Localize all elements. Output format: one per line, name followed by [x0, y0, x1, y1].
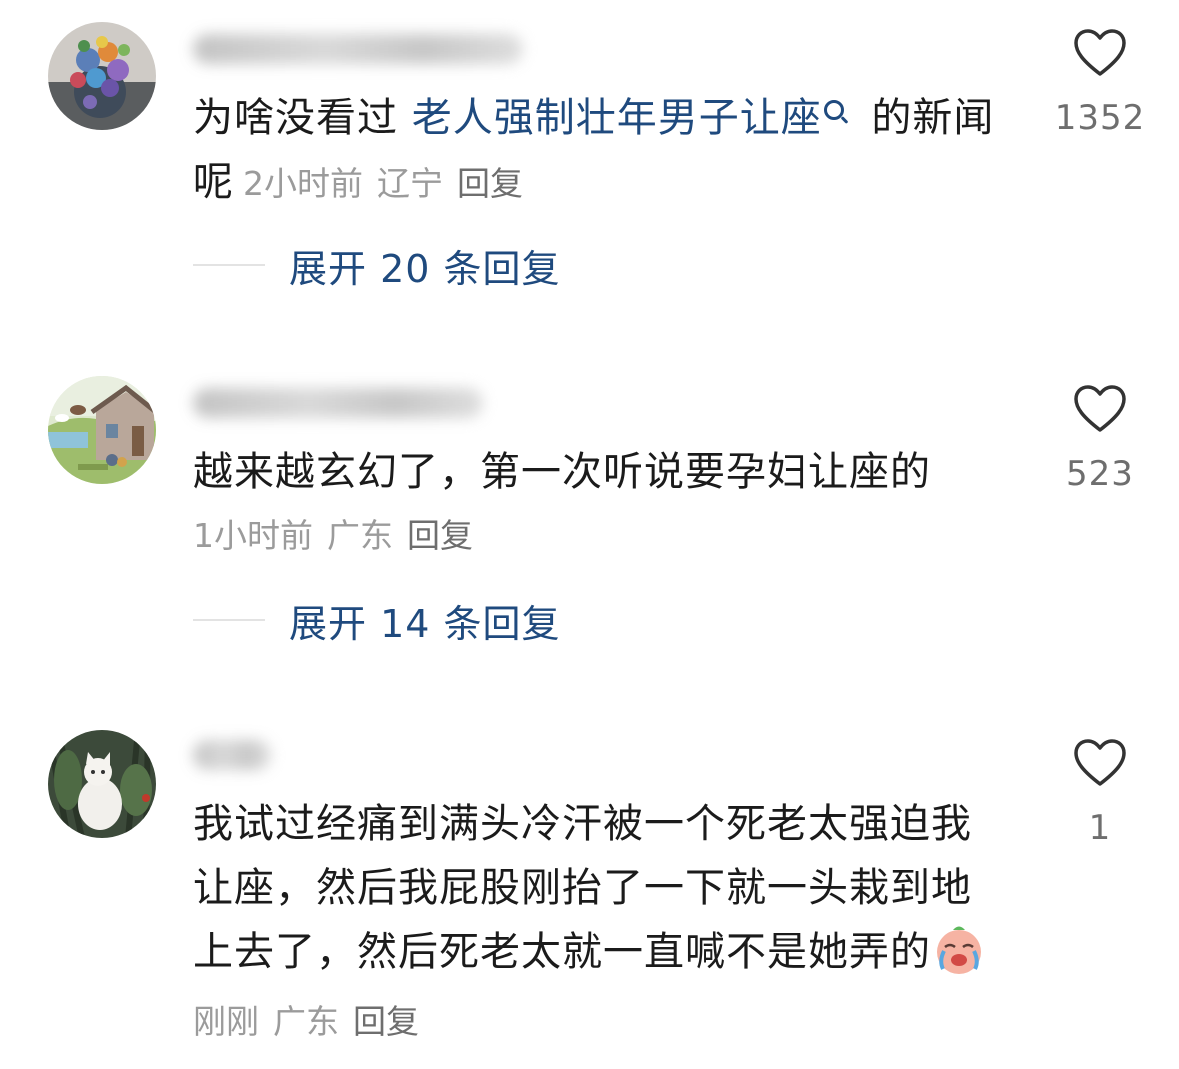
- heart-icon: [1074, 385, 1126, 432]
- username-blurred[interactable]: [193, 388, 483, 418]
- like-count: 1: [1088, 808, 1112, 848]
- avatar[interactable]: [48, 730, 156, 838]
- comment-text-part: 的新闻: [857, 95, 995, 141]
- comment-text: 为啥没看过 老人强制壮年男子让座 的新闻: [193, 86, 1013, 150]
- avatar[interactable]: [48, 376, 156, 484]
- comment-item: 为啥没看过 老人强制壮年男子让座 的新闻 呢 2小时前 辽宁 回复 展开 20 条回复…: [0, 0, 1179, 310]
- expand-replies-label: 展开 14 条回复: [289, 601, 561, 646]
- avatar-flowers-image: [48, 22, 156, 130]
- avatar[interactable]: [48, 22, 156, 130]
- comment-location: 广东: [273, 1002, 339, 1041]
- comment-time: 刚刚: [193, 1002, 259, 1041]
- username-blurred[interactable]: [193, 740, 271, 770]
- comment-text: 我试过经痛到满头冷汗被一个死老太强迫我让座，然后我屁股刚抬了一下就一头栽到地上去…: [193, 792, 993, 984]
- like-button[interactable]: 1: [1040, 738, 1160, 848]
- comment-item: 我试过经痛到满头冷汗被一个死老太强迫我让座，然后我屁股刚抬了一下就一头栽到地上去…: [0, 712, 1179, 1069]
- comment-item: 越来越玄幻了，第一次听说要孕妇让座的 1小时前 广东 回复 展开 14 条回复 52…: [0, 360, 1179, 660]
- search-icon[interactable]: [823, 100, 844, 120]
- reply-button[interactable]: 回复: [353, 1002, 419, 1041]
- comment-text: 越来越玄幻了，第一次听说要孕妇让座的: [193, 449, 931, 495]
- comment-location: 辽宁: [377, 164, 443, 203]
- comment-text-part: 呢: [193, 159, 233, 205]
- reply-button[interactable]: 回复: [457, 164, 523, 203]
- like-count: 1352: [1054, 98, 1146, 138]
- comment-time: 1小时前: [193, 516, 313, 555]
- comment-meta: 呢 2小时前 辽宁 回复: [193, 162, 537, 204]
- expand-replies-label: 展开 20 条回复: [289, 246, 561, 291]
- username-blurred[interactable]: [193, 34, 523, 64]
- heart-icon: [1074, 29, 1126, 76]
- like-button[interactable]: 523: [1040, 384, 1160, 494]
- comment-meta: 刚刚 广东 回复: [193, 1002, 433, 1042]
- heart-icon: [1074, 739, 1126, 786]
- avatar-cottage-image: [48, 376, 156, 484]
- reply-button[interactable]: 回复: [407, 516, 473, 555]
- divider-line: [193, 264, 265, 266]
- comment-time: 2小时前: [243, 164, 363, 203]
- comment-text-part: 为啥没看过: [193, 95, 412, 141]
- crying-face-emoji: [937, 926, 981, 974]
- like-button[interactable]: 1352: [1040, 28, 1160, 138]
- comment-list: 为啥没看过 老人强制壮年男子让座 的新闻 呢 2小时前 辽宁 回复 展开 20 条回复…: [0, 0, 1179, 1069]
- search-keyword-link[interactable]: 老人强制壮年男子让座: [412, 95, 822, 141]
- divider-line: [193, 619, 265, 621]
- comment-text-part: 我试过经痛到满头冷汗被一个死老太强迫我让座，然后我屁股刚抬了一下就一头栽到地上去…: [193, 801, 972, 975]
- comment-meta: 1小时前 广东 回复: [193, 516, 487, 556]
- avatar-cat-image: [48, 730, 156, 838]
- comment-location: 广东: [327, 516, 393, 555]
- like-count: 523: [1066, 454, 1134, 494]
- expand-replies-button[interactable]: 展开 14 条回复: [193, 596, 561, 646]
- expand-replies-button[interactable]: 展开 20 条回复: [193, 241, 561, 291]
